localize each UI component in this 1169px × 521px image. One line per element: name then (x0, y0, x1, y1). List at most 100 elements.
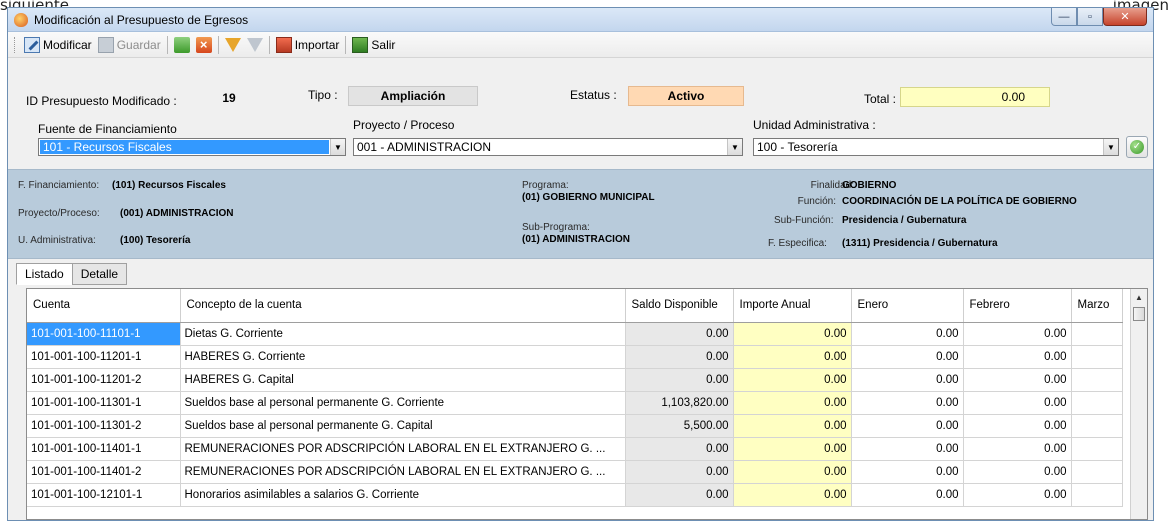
id-value: 19 (208, 88, 250, 108)
table-row[interactable]: 101-001-100-11101-1 Dietas G. Corriente 0.… (27, 322, 1123, 346)
cell-concepto[interactable]: Honorarios asimilables a salarios G. Cor… (180, 483, 626, 507)
cell-saldo[interactable]: 0.00 (625, 483, 734, 507)
cell-cuenta[interactable]: 101-001-100-11301-2 (27, 414, 181, 438)
cell-marzo[interactable] (1071, 345, 1123, 369)
filter-button[interactable] (222, 36, 244, 54)
fuente-label: Fuente de Financiamiento (38, 122, 177, 136)
cell-saldo[interactable]: 0.00 (625, 437, 734, 461)
column-header-marzo[interactable]: Marzo (1071, 289, 1123, 323)
cell-concepto[interactable]: HABERES G. Capital (180, 368, 626, 392)
table-row[interactable]: 101-001-100-12101-1 Honorarios asimilable… (27, 483, 1123, 507)
cell-importe[interactable]: 0.00 (733, 483, 852, 507)
column-header-saldo[interactable]: Saldo Disponible (625, 289, 734, 323)
cell-concepto[interactable]: Sueldos base al personal permanente G. C… (180, 414, 626, 438)
salir-button[interactable]: Salir (349, 35, 398, 55)
cell-cuenta[interactable]: 101-001-100-12101-1 (27, 483, 181, 507)
tab-listado[interactable]: Listado (16, 263, 73, 285)
maximize-button[interactable]: ▫ (1077, 8, 1103, 26)
cell-concepto[interactable]: REMUNERACIONES POR ADSCRIPCIÓN LABORAL E… (180, 437, 626, 461)
table-row[interactable]: 101-001-100-11401-2 REMUNERACIONES POR AD… (27, 460, 1123, 484)
tab-detalle[interactable]: Detalle (71, 263, 128, 285)
cell-importe[interactable]: 0.00 (733, 460, 852, 484)
cell-importe[interactable]: 0.00 (733, 391, 852, 415)
cell-enero[interactable]: 0.00 (851, 368, 964, 392)
cell-febrero[interactable]: 0.00 (963, 345, 1072, 369)
cell-cuenta[interactable]: 101-001-100-11201-1 (27, 345, 181, 369)
cell-cuenta[interactable]: 101-001-100-11301-1 (27, 391, 181, 415)
cell-saldo[interactable]: 5,500.00 (625, 414, 734, 438)
cell-enero[interactable]: 0.00 (851, 391, 964, 415)
accounts-grid[interactable]: Cuenta Concepto de la cuenta Saldo Dispo… (26, 288, 1148, 520)
close-button[interactable]: ✕ (1103, 8, 1147, 26)
guardar-button[interactable]: Guardar (95, 35, 164, 55)
table-row[interactable]: 101-001-100-11201-1 HABERES G. Corriente 0… (27, 345, 1123, 369)
column-header-febrero[interactable]: Febrero (963, 289, 1072, 323)
cell-importe[interactable]: 0.00 (733, 437, 852, 461)
cell-concepto[interactable]: REMUNERACIONES POR ADSCRIPCIÓN LABORAL E… (180, 460, 626, 484)
table-row[interactable]: 101-001-100-11401-1 REMUNERACIONES POR AD… (27, 437, 1123, 461)
chevron-down-icon[interactable]: ▼ (1103, 139, 1118, 155)
cell-febrero[interactable]: 0.00 (963, 368, 1072, 392)
column-header-enero[interactable]: Enero (851, 289, 964, 323)
cell-marzo[interactable] (1071, 414, 1123, 438)
cell-concepto[interactable]: Dietas G. Corriente (180, 322, 626, 346)
table-row[interactable]: 101-001-100-11201-2 HABERES G. Capital 0.0… (27, 368, 1123, 392)
column-header-cuenta[interactable]: Cuenta (27, 289, 181, 323)
modificar-button[interactable]: Modificar (21, 35, 95, 55)
cell-enero[interactable]: 0.00 (851, 414, 964, 438)
minimize-button[interactable]: — (1051, 8, 1077, 26)
cell-marzo[interactable] (1071, 460, 1123, 484)
cell-enero[interactable]: 0.00 (851, 483, 964, 507)
cell-febrero[interactable]: 0.00 (963, 414, 1072, 438)
table-row[interactable]: 101-001-100-11301-2 Sueldos base al perso… (27, 414, 1123, 438)
chevron-down-icon[interactable]: ▼ (727, 139, 742, 155)
title-bar[interactable]: Modificación al Presupuesto de Egresos —… (8, 8, 1153, 32)
fuente-combobox[interactable]: 101 - Recursos Fiscales ▼ (38, 138, 346, 156)
clear-filter-button[interactable] (244, 36, 266, 54)
app-icon (14, 12, 28, 27)
scroll-thumb[interactable] (1133, 307, 1145, 321)
cell-cuenta[interactable]: 101-001-100-11101-1 (27, 322, 181, 346)
cell-febrero[interactable]: 0.00 (963, 483, 1072, 507)
cell-saldo[interactable]: 0.00 (625, 345, 734, 369)
cell-saldo[interactable]: 0.00 (625, 368, 734, 392)
importar-button[interactable]: Importar (273, 35, 343, 55)
cell-marzo[interactable] (1071, 368, 1123, 392)
cell-marzo[interactable] (1071, 437, 1123, 461)
cell-importe[interactable]: 0.00 (733, 322, 852, 346)
chevron-down-icon[interactable]: ▼ (330, 139, 345, 155)
cell-enero[interactable]: 0.00 (851, 460, 964, 484)
scroll-up-icon[interactable]: ▲ (1131, 289, 1147, 306)
unidad-combobox[interactable]: 100 - Tesorería ▼ (753, 138, 1119, 156)
cell-importe[interactable]: 0.00 (733, 414, 852, 438)
cell-febrero[interactable]: 0.00 (963, 460, 1072, 484)
column-header-concepto[interactable]: Concepto de la cuenta (180, 289, 626, 323)
cell-marzo[interactable] (1071, 322, 1123, 346)
cell-enero[interactable]: 0.00 (851, 345, 964, 369)
cell-saldo[interactable]: 0.00 (625, 460, 734, 484)
cell-marzo[interactable] (1071, 483, 1123, 507)
cell-importe[interactable]: 0.00 (733, 368, 852, 392)
cell-marzo[interactable] (1071, 391, 1123, 415)
cell-cuenta[interactable]: 101-001-100-11401-2 (27, 460, 181, 484)
proyecto-combobox[interactable]: 001 - ADMINISTRACION ▼ (353, 138, 743, 156)
cell-cuenta[interactable]: 101-001-100-11201-2 (27, 368, 181, 392)
cell-enero[interactable]: 0.00 (851, 322, 964, 346)
vertical-scrollbar[interactable]: ▲ (1130, 289, 1147, 519)
cell-cuenta[interactable]: 101-001-100-11401-1 (27, 437, 181, 461)
cell-febrero[interactable]: 0.00 (963, 391, 1072, 415)
cell-enero[interactable]: 0.00 (851, 437, 964, 461)
cell-concepto[interactable]: HABERES G. Corriente (180, 345, 626, 369)
apply-filter-button[interactable]: ✓ (1126, 136, 1148, 158)
cell-saldo[interactable]: 0.00 (625, 322, 734, 346)
total-value: 0.00 (900, 87, 1050, 107)
cell-saldo[interactable]: 1,103,820.00 (625, 391, 734, 415)
cell-concepto[interactable]: Sueldos base al personal permanente G. C… (180, 391, 626, 415)
cell-febrero[interactable]: 0.00 (963, 322, 1072, 346)
refresh-button[interactable] (171, 35, 193, 55)
cell-febrero[interactable]: 0.00 (963, 437, 1072, 461)
table-row[interactable]: 101-001-100-11301-1 Sueldos base al perso… (27, 391, 1123, 415)
column-header-importe[interactable]: Importe Anual (733, 289, 852, 323)
cancel-button[interactable]: × (193, 35, 215, 55)
cell-importe[interactable]: 0.00 (733, 345, 852, 369)
